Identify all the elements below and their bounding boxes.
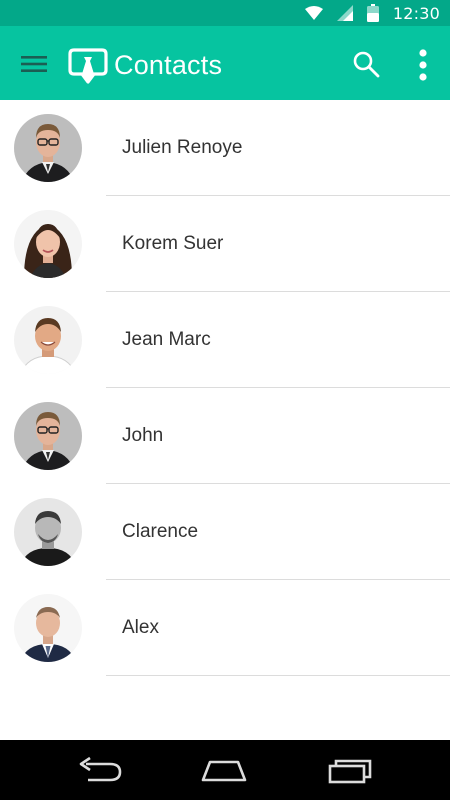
- app-bar: Contacts: [0, 26, 450, 100]
- avatar: [14, 402, 82, 470]
- wifi-icon: [304, 6, 323, 20]
- page-title: Contacts: [114, 50, 223, 80]
- more-vert-icon[interactable]: [413, 48, 433, 82]
- contact-name: Jean Marc: [122, 329, 211, 350]
- contact-name: Korem Suer: [122, 233, 224, 254]
- avatar: [14, 210, 82, 278]
- contact-item[interactable]: Korem Suer: [0, 196, 450, 292]
- recents-icon[interactable]: [326, 756, 374, 784]
- avatar: [14, 498, 82, 566]
- contact-item[interactable]: Clarence: [0, 484, 450, 580]
- divider: [106, 675, 450, 676]
- status-bar: 12:30: [0, 0, 450, 26]
- cell-signal-icon: [336, 5, 353, 21]
- menu-icon[interactable]: [20, 54, 48, 74]
- avatar: [14, 594, 82, 662]
- avatar: [14, 114, 82, 182]
- contact-name: John: [122, 425, 164, 446]
- avatar: [14, 306, 82, 374]
- contact-name: Julien Renoye: [122, 137, 243, 158]
- contact-list: Julien Renoye Korem Suer Jean Marc John …: [0, 100, 450, 676]
- battery-icon: [366, 4, 379, 22]
- search-icon[interactable]: [352, 50, 380, 78]
- contact-name: Alex: [122, 617, 159, 638]
- contact-name: Clarence: [122, 521, 199, 542]
- contact-item[interactable]: Julien Renoye: [0, 100, 450, 196]
- back-icon[interactable]: [76, 756, 124, 784]
- contact-item[interactable]: Jean Marc: [0, 292, 450, 388]
- contact-item[interactable]: Alex: [0, 580, 450, 676]
- contact-item[interactable]: John: [0, 388, 450, 484]
- status-time: 12:30: [392, 3, 440, 23]
- app-logo-icon: [68, 48, 108, 84]
- home-icon[interactable]: [200, 756, 248, 784]
- system-nav-bar: [0, 740, 450, 800]
